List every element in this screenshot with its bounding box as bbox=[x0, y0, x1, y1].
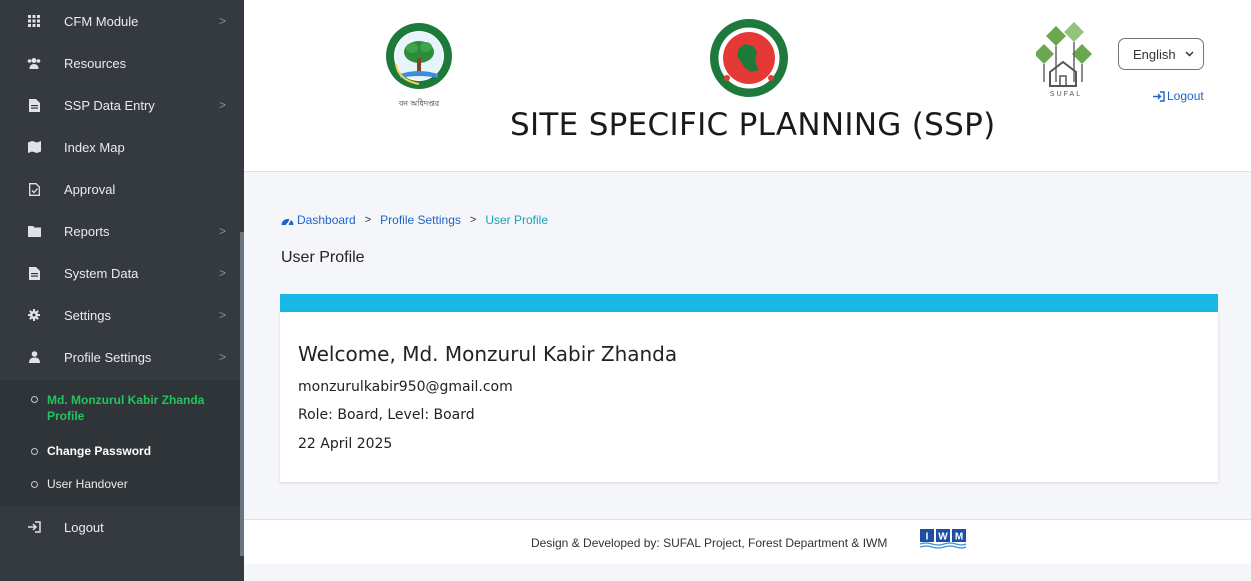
sidebar-item-label: Reports bbox=[64, 223, 110, 239]
grid-icon bbox=[25, 15, 43, 27]
sidebar-item-label: Logout bbox=[64, 519, 104, 535]
user-icon bbox=[25, 351, 43, 363]
page-footer: Design & Developed by: SUFAL Project, Fo… bbox=[244, 519, 1251, 564]
breadcrumb-current: User Profile bbox=[485, 213, 548, 227]
welcome-heading: Welcome, Md. Monzurul Kabir Zhanda bbox=[298, 342, 678, 366]
page-header: বন অধিদপ্তর SUFAL SITE SPECIFIC PLANNING… bbox=[244, 0, 1251, 172]
chevron-right-icon: > bbox=[218, 98, 226, 112]
card-header-bar bbox=[280, 294, 1218, 312]
map-icon bbox=[25, 141, 43, 153]
sidebar: CFM Module > Resources SSP Data Entry > … bbox=[0, 0, 244, 581]
file-icon bbox=[25, 266, 43, 280]
breadcrumb-separator: > bbox=[469, 214, 477, 226]
sidebar-item-cfm-module[interactable]: CFM Module > bbox=[0, 0, 240, 42]
submenu-item-profile[interactable]: Md. Monzurul Kabir Zhanda Profile bbox=[0, 392, 240, 424]
sidebar-item-label: Resources bbox=[64, 55, 127, 71]
chevron-right-icon: > bbox=[218, 14, 226, 28]
breadcrumb-profile-settings[interactable]: Profile Settings bbox=[380, 213, 461, 227]
sidebar-item-settings[interactable]: Settings > bbox=[0, 294, 240, 336]
sidebar-item-logout[interactable]: Logout bbox=[0, 506, 240, 548]
circle-icon bbox=[31, 396, 38, 403]
sidebar-item-index-map[interactable]: Index Map bbox=[0, 126, 240, 168]
submenu-item-label: Change Password bbox=[47, 444, 152, 458]
iwm-logo-letter-i: I bbox=[926, 532, 929, 543]
profile-card: Welcome, Md. Monzurul Kabir Zhanda monzu… bbox=[280, 312, 1218, 482]
language-select[interactable]: English bbox=[1118, 38, 1204, 70]
breadcrumb-dashboard[interactable]: Dashboard bbox=[297, 213, 356, 227]
profile-email: monzurulkabir950@gmail.com bbox=[298, 379, 513, 395]
chevron-down-icon bbox=[1185, 49, 1194, 60]
header-logout-link[interactable]: Logout bbox=[1153, 89, 1204, 103]
sign-in-icon bbox=[1153, 90, 1165, 102]
sidebar-item-resources[interactable]: Resources bbox=[0, 42, 240, 84]
profile-role-level: Role: Board, Level: Board bbox=[298, 407, 475, 423]
iwm-logo: I W M bbox=[919, 529, 970, 551]
sidebar-item-label: Approval bbox=[64, 181, 116, 197]
iwm-logo-letter-m: M bbox=[955, 532, 963, 543]
sidebar-item-reports[interactable]: Reports > bbox=[0, 210, 240, 252]
footer-credit: Design & Developed by: SUFAL Project, Fo… bbox=[531, 536, 888, 550]
breadcrumb-separator: > bbox=[364, 214, 372, 226]
profile-date: 22 April 2025 bbox=[298, 436, 393, 452]
profile-settings-submenu: Md. Monzurul Kabir Zhanda Profile Change… bbox=[0, 380, 240, 506]
forest-department-logo: বন অধিদপ্তর bbox=[384, 20, 454, 115]
chevron-right-icon: > bbox=[218, 224, 226, 238]
sidebar-item-profile-settings[interactable]: Profile Settings > bbox=[0, 336, 240, 378]
header-logout-label: Logout bbox=[1167, 89, 1204, 103]
submenu-item-user-handover[interactable]: User Handover bbox=[0, 477, 240, 491]
circle-icon bbox=[31, 448, 38, 455]
sidebar-item-label: Settings bbox=[64, 307, 111, 323]
chevron-right-icon: > bbox=[218, 266, 226, 280]
sufal-logo-caption: SUFAL bbox=[1049, 91, 1083, 98]
language-select-value: English bbox=[1133, 46, 1176, 62]
sidebar-item-label: Profile Settings bbox=[64, 349, 152, 365]
sidebar-item-label: SSP Data Entry bbox=[64, 97, 155, 113]
submenu-item-label: Md. Monzurul Kabir Zhanda Profile bbox=[47, 393, 205, 423]
folder-icon bbox=[25, 225, 43, 237]
chevron-right-icon: > bbox=[218, 350, 226, 364]
sidebar-item-ssp-data-entry[interactable]: SSP Data Entry > bbox=[0, 84, 240, 126]
gear-icon bbox=[25, 309, 43, 321]
sidebar-item-label: Index Map bbox=[64, 139, 125, 155]
sidebar-item-approval[interactable]: Approval bbox=[0, 168, 240, 210]
site-title: SITE SPECIFIC PLANNING (SSP) bbox=[510, 107, 996, 143]
sufal-logo: SUFAL bbox=[1034, 22, 1096, 102]
file-check-icon bbox=[25, 182, 43, 196]
circle-icon bbox=[31, 481, 38, 488]
page-title: User Profile bbox=[281, 249, 365, 266]
users-icon bbox=[25, 57, 43, 69]
sidebar-item-label: System Data bbox=[64, 265, 139, 281]
sidebar-scrollbar[interactable] bbox=[240, 232, 244, 556]
sidebar-item-system-data[interactable]: System Data > bbox=[0, 252, 240, 294]
forest-logo-caption: বন অধিদপ্তর bbox=[398, 99, 440, 108]
sign-in-icon bbox=[25, 521, 43, 533]
file-icon bbox=[25, 98, 43, 112]
government-logo bbox=[709, 18, 789, 98]
submenu-item-label: User Handover bbox=[47, 477, 128, 491]
submenu-item-change-password[interactable]: Change Password bbox=[0, 444, 240, 458]
dashboard-icon bbox=[281, 215, 294, 226]
breadcrumb: Dashboard > Profile Settings > User Prof… bbox=[281, 213, 548, 227]
sidebar-item-label: CFM Module bbox=[64, 13, 139, 29]
iwm-logo-letter-w: W bbox=[938, 532, 948, 543]
chevron-right-icon: > bbox=[218, 308, 226, 322]
